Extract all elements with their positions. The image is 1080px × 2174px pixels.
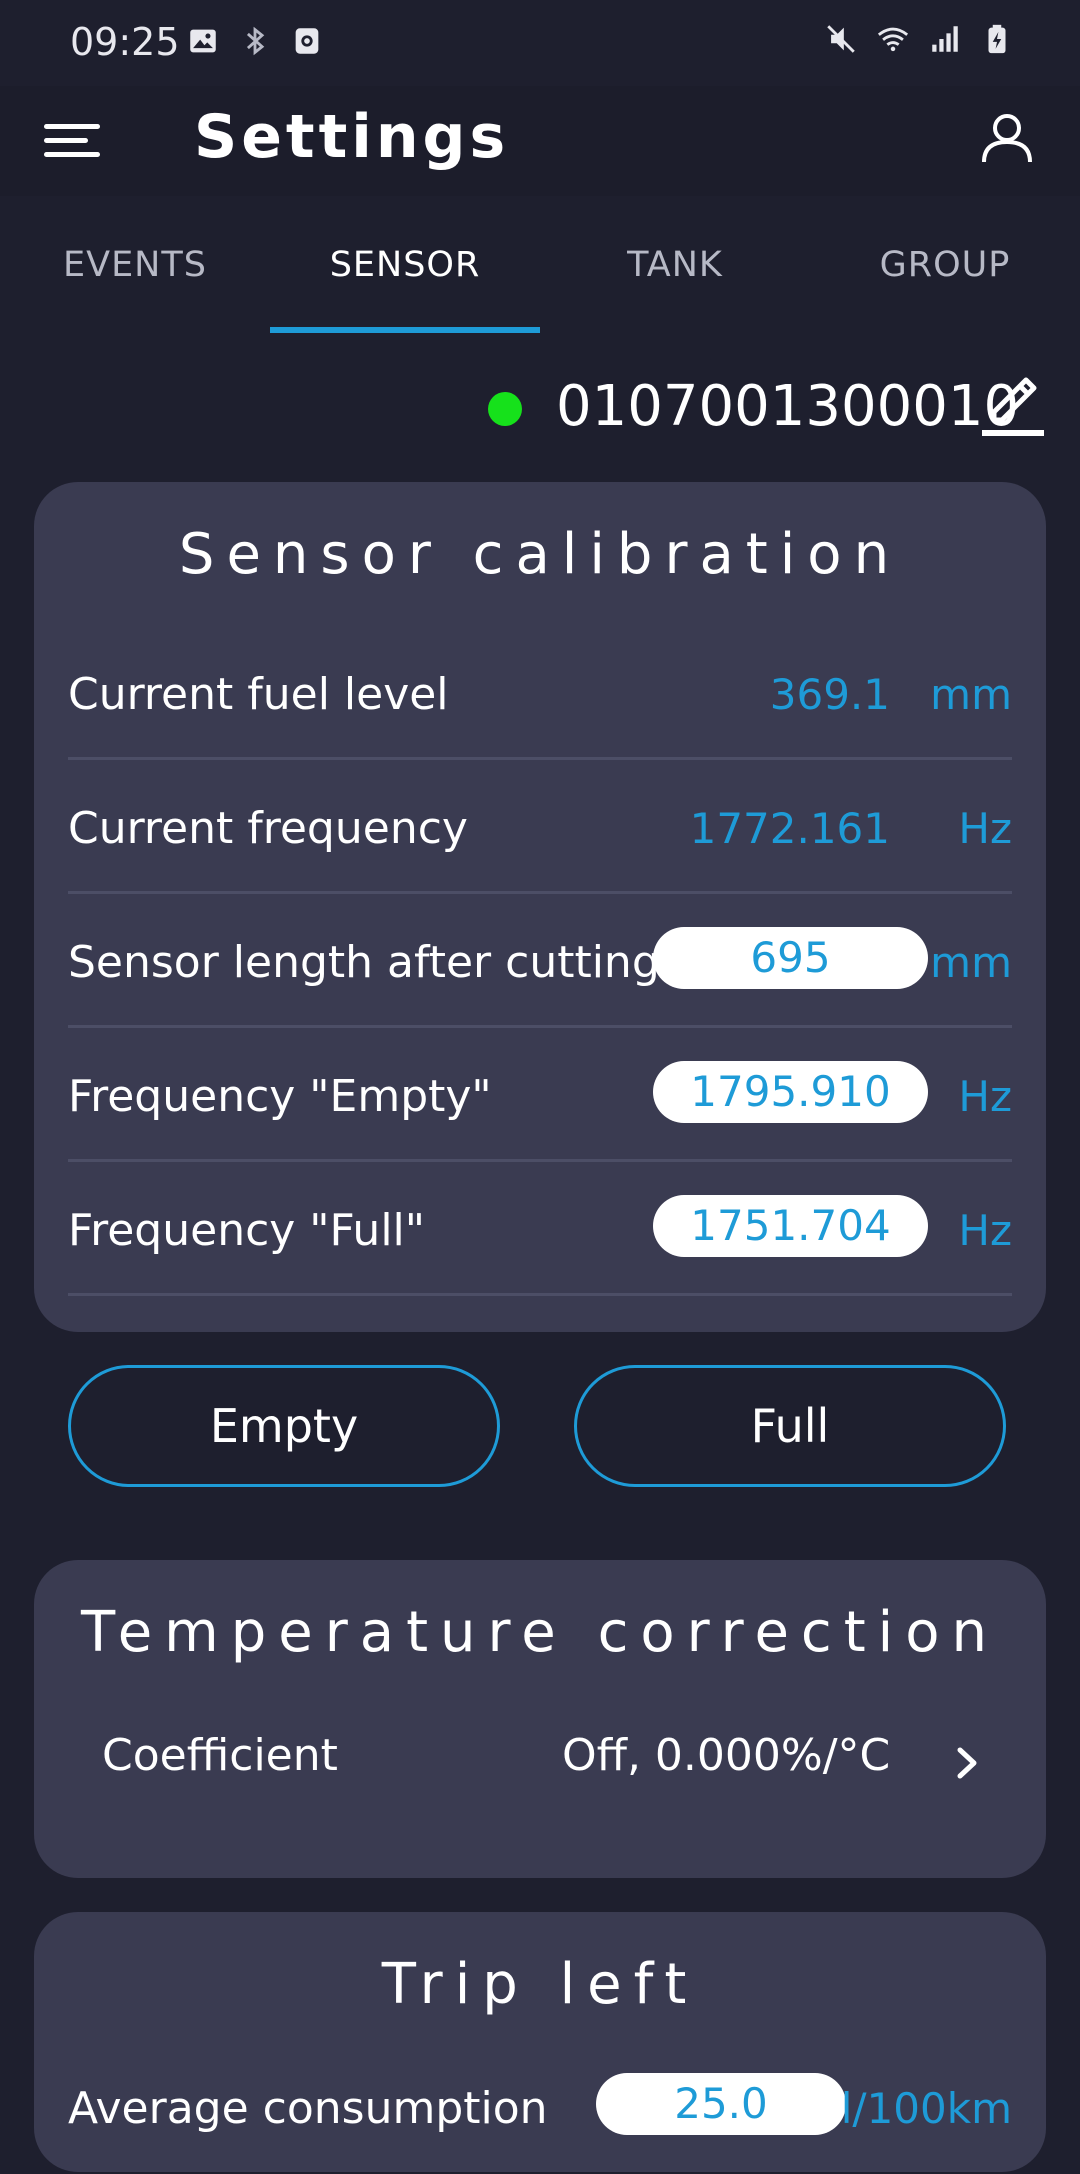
unit-label: mm <box>930 670 1012 719</box>
wifi-icon <box>877 27 909 52</box>
tab-sensor[interactable]: SENSOR <box>270 196 540 334</box>
fuel-level-value: 369.1 <box>769 670 890 719</box>
tab-events[interactable]: EVENTS <box>0 196 270 334</box>
fuel-level-row: Current fuel level 369.1 mm <box>68 626 1046 760</box>
unit-label: Hz <box>958 1206 1012 1255</box>
active-tab-indicator <box>270 327 540 333</box>
sensor-calibration-card: Sensor calibration Current fuel level 36… <box>34 482 1046 1332</box>
status-time: 09:25 <box>70 20 180 64</box>
row-label: Frequency "Full" <box>68 1205 426 1256</box>
menu-icon[interactable] <box>42 112 104 168</box>
edit-icon[interactable] <box>980 372 1048 444</box>
mute-icon <box>827 25 855 53</box>
coefficient-label: Coefficient <box>102 1730 338 1781</box>
device-id: 0107001300010 <box>556 374 1020 439</box>
unit-label: Hz <box>958 1072 1012 1121</box>
tab-bar: EVENTS SENSOR TANK GROUP <box>0 196 1080 334</box>
trip-left-card: Trip left Average consumption 25.0 l/100… <box>34 1912 1046 2172</box>
tab-tank[interactable]: TANK <box>540 196 810 334</box>
frequency-full-row: Frequency "Full" 1751.704 Hz <box>68 1162 1046 1296</box>
divider <box>68 1293 1012 1296</box>
row-label: Average consumption <box>68 2083 548 2134</box>
average-consumption-input[interactable]: 25.0 <box>596 2073 846 2135</box>
profile-icon[interactable] <box>978 108 1036 166</box>
coefficient-row[interactable]: Coefficient Off, 0.000%/°C <box>34 1716 1046 1816</box>
coefficient-value: Off, 0.000%/°C <box>562 1730 891 1781</box>
card-title: Temperature correction <box>81 1600 999 1665</box>
temperature-correction-card: Temperature correction Coefficient Off, … <box>34 1560 1046 1878</box>
frequency-empty-input[interactable]: 1795.910 <box>653 1061 928 1123</box>
page-title: Settings <box>194 102 510 172</box>
row-label: Current fuel level <box>68 669 449 720</box>
row-label: Frequency "Empty" <box>68 1071 492 1122</box>
card-title: Sensor calibration <box>178 522 902 587</box>
unit-label: Hz <box>958 804 1012 853</box>
row-label: Sensor length after cutting <box>68 937 660 988</box>
battery-charging-icon <box>988 24 1006 54</box>
bluetooth-icon <box>246 26 265 56</box>
unit-label: mm <box>930 938 1012 987</box>
frequency-empty-row: Frequency "Empty" 1795.910 Hz <box>68 1028 1046 1162</box>
unit-label: l/100km <box>840 2084 1012 2133</box>
empty-button[interactable]: Empty <box>68 1365 500 1487</box>
image-icon <box>190 29 216 53</box>
connection-status-dot <box>488 392 522 426</box>
frequency-value: 1772.161 <box>689 804 890 853</box>
sensor-length-input[interactable]: 695 <box>653 927 928 989</box>
device-row: 0107001300010 <box>0 360 1080 460</box>
sensor-length-row: Sensor length after cutting 695 mm <box>68 894 1046 1028</box>
status-bar: 09:25 <box>0 0 1080 86</box>
tab-group[interactable]: GROUP <box>810 196 1080 334</box>
app-bar: Settings <box>0 86 1080 196</box>
signal-icon <box>932 26 958 52</box>
row-label: Current frequency <box>68 803 468 854</box>
card-title: Trip left <box>381 1952 699 2017</box>
average-consumption-row: Average consumption 25.0 l/100km <box>68 2040 1046 2174</box>
full-button[interactable]: Full <box>574 1365 1006 1487</box>
frequency-row: Current frequency 1772.161 Hz <box>68 760 1046 894</box>
chevron-right-icon <box>957 1747 977 1779</box>
frequency-full-input[interactable]: 1751.704 <box>653 1195 928 1257</box>
camera-icon <box>295 28 319 54</box>
